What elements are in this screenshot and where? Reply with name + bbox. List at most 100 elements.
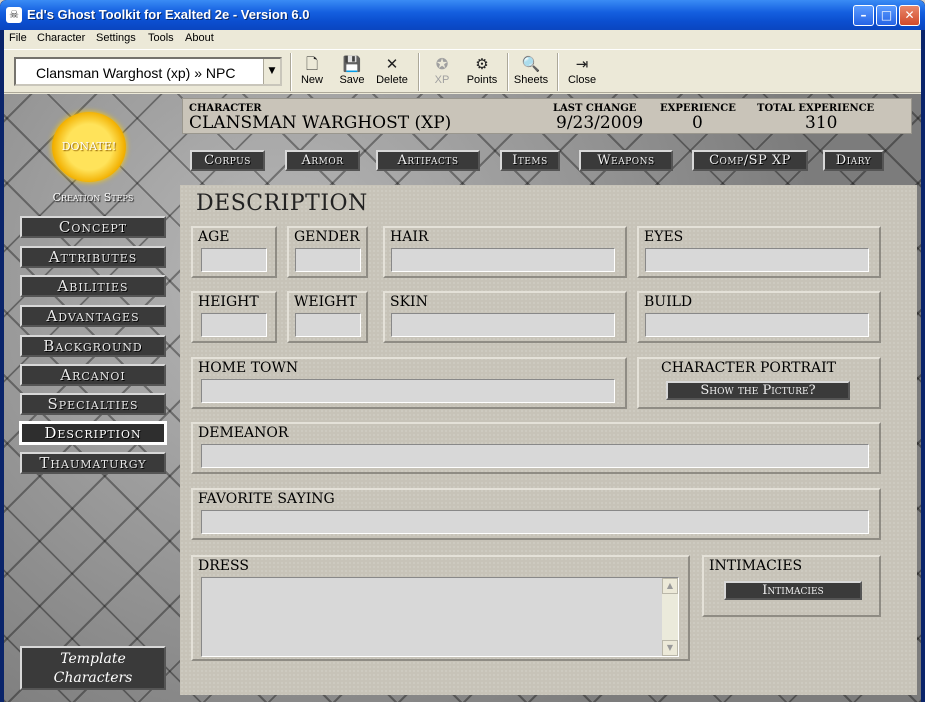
scroll-down-icon[interactable]: ▼ xyxy=(662,640,678,656)
toolbar-separator xyxy=(557,53,559,91)
intimacies-label: INTIMACIES xyxy=(709,558,803,574)
close-button-label: Close xyxy=(567,74,597,86)
template-label-line1: Template xyxy=(60,651,126,667)
save-button-label: Save xyxy=(339,74,365,86)
xp-button-label: XP xyxy=(434,74,450,86)
points-button-label: Points xyxy=(466,74,498,86)
weight-field[interactable] xyxy=(295,313,361,337)
page-title: DESCRIPTION xyxy=(196,191,368,216)
scroll-up-icon[interactable]: ▲ xyxy=(662,578,678,594)
new-button[interactable]: 🗋 New xyxy=(298,54,326,92)
menu-tools[interactable]: Tools xyxy=(148,32,174,44)
menu-settings[interactable]: Settings xyxy=(96,32,136,44)
close-window-button[interactable]: ✕ xyxy=(899,5,920,26)
chevron-down-icon[interactable]: ▼ xyxy=(263,59,280,84)
step-concept[interactable]: Concept xyxy=(20,216,166,238)
character-select-value: Clansman Warghost (xp) » NPC xyxy=(36,65,236,81)
maximize-button[interactable]: □ xyxy=(876,5,897,26)
eyes-field[interactable] xyxy=(645,248,869,272)
tab-armor[interactable]: Armor xyxy=(285,150,360,171)
template-characters-button[interactable]: Template Characters xyxy=(20,646,166,690)
step-thaumaturgy[interactable]: Thaumaturgy xyxy=(20,452,166,474)
tab-corpus[interactable]: Corpus xyxy=(190,150,265,171)
step-description[interactable]: Description xyxy=(19,421,167,445)
points-button[interactable]: ⚙ Points xyxy=(465,54,499,92)
minimize-button[interactable]: – xyxy=(853,5,874,26)
hometown-field[interactable] xyxy=(201,379,615,403)
step-abilities[interactable]: Abilities xyxy=(20,275,166,297)
build-field[interactable] xyxy=(645,313,869,337)
tab-weapons[interactable]: Weapons xyxy=(579,150,673,171)
new-button-label: New xyxy=(300,74,323,86)
client-area: File Character Settings Tools About Clan… xyxy=(4,30,921,702)
character-header: CHARACTER CLANSMAN WARGHOST (XP) LAST CH… xyxy=(182,98,912,134)
last-change-value: 9/23/2009 xyxy=(556,113,644,133)
hometown-label: HOME TOWN xyxy=(198,360,299,376)
delete-x-icon: ✕ xyxy=(385,55,399,73)
gender-group: GENDER xyxy=(287,226,368,278)
step-attributes[interactable]: Attributes xyxy=(20,246,166,268)
tab-comp-sp-xp[interactable]: Comp/SP XP xyxy=(692,150,808,171)
skin-group: SKIN xyxy=(383,291,627,343)
age-label: AGE xyxy=(198,229,230,245)
height-field[interactable] xyxy=(201,313,267,337)
hair-field[interactable] xyxy=(391,248,615,272)
step-advantages[interactable]: Advantages xyxy=(20,305,166,327)
dress-group: DRESS ▲ ▼ xyxy=(191,555,690,661)
close-button[interactable]: ⇥ Close xyxy=(567,54,597,92)
step-specialties[interactable]: Specialties xyxy=(20,393,166,415)
title-bar: ☠ Ed's Ghost Toolkit for Exalted 2e - Ve… xyxy=(0,0,925,30)
sidebar: DONATE! Creation Steps Concept Attribute… xyxy=(4,94,179,702)
menu-bar: File Character Settings Tools About xyxy=(4,30,921,48)
character-select[interactable]: Clansman Warghost (xp) » NPC ▼ xyxy=(14,57,282,86)
experience-value: 0 xyxy=(692,113,703,133)
saying-group: FAVORITE SAYING xyxy=(191,488,881,540)
toolbar-separator xyxy=(418,53,420,91)
description-panel: DESCRIPTION AGE GENDER HAIR EYES HEIGHT … xyxy=(180,185,917,695)
window-title: Ed's Ghost Toolkit for Exalted 2e - Vers… xyxy=(27,7,310,22)
intimacies-button[interactable]: Intimacies xyxy=(724,581,862,600)
tab-artifacts[interactable]: Artifacts xyxy=(376,150,480,171)
show-picture-button[interactable]: Show the Picture? xyxy=(666,381,850,400)
weight-group: WEIGHT xyxy=(287,291,368,343)
eyes-group: EYES xyxy=(637,226,881,278)
demeanor-field[interactable] xyxy=(201,444,869,468)
total-experience-value: 310 xyxy=(805,113,838,133)
menu-about[interactable]: About xyxy=(185,32,214,44)
age-group: AGE xyxy=(191,226,277,278)
menu-character[interactable]: Character xyxy=(37,32,85,44)
weight-label: WEIGHT xyxy=(294,294,357,310)
demeanor-group: DEMEANOR xyxy=(191,422,881,474)
points-icon: ⚙ xyxy=(475,55,489,73)
favorite-saying-field[interactable] xyxy=(201,510,869,534)
toolbar-separator xyxy=(507,53,509,91)
saying-label: FAVORITE SAYING xyxy=(198,491,335,507)
save-button[interactable]: 💾 Save xyxy=(337,54,367,92)
gender-field[interactable] xyxy=(295,248,361,272)
dress-label: DRESS xyxy=(198,558,249,574)
delete-button[interactable]: ✕ Delete xyxy=(374,54,410,92)
xp-button[interactable]: ✪ XP xyxy=(430,54,454,92)
dress-textarea[interactable]: ▲ ▼ xyxy=(201,577,679,657)
dress-scrollbar[interactable]: ▲ ▼ xyxy=(662,578,678,656)
age-field[interactable] xyxy=(201,248,267,272)
menu-file[interactable]: File xyxy=(9,32,27,44)
tab-items[interactable]: Items xyxy=(500,150,560,171)
hometown-group: HOME TOWN xyxy=(191,357,627,409)
skin-field[interactable] xyxy=(391,313,615,337)
skin-label: SKIN xyxy=(390,294,428,310)
exit-door-icon: ⇥ xyxy=(575,55,589,73)
portrait-label: CHARACTER PORTRAIT xyxy=(661,360,836,376)
donate-button[interactable]: DONATE! xyxy=(52,112,126,182)
tab-diary[interactable]: Diary xyxy=(823,150,884,171)
hair-group: HAIR xyxy=(383,226,627,278)
build-label: BUILD xyxy=(644,294,693,310)
step-arcanoi[interactable]: Arcanoi xyxy=(20,364,166,386)
eyes-label: EYES xyxy=(644,229,684,245)
step-background[interactable]: Background xyxy=(20,335,166,357)
app-icon[interactable]: ☠ xyxy=(6,7,22,23)
sheets-button[interactable]: 🔍 Sheets xyxy=(513,54,549,92)
delete-button-label: Delete xyxy=(376,74,408,86)
floppy-disk-icon: 💾 xyxy=(342,55,362,73)
creation-steps-title: Creation Steps xyxy=(52,191,134,204)
